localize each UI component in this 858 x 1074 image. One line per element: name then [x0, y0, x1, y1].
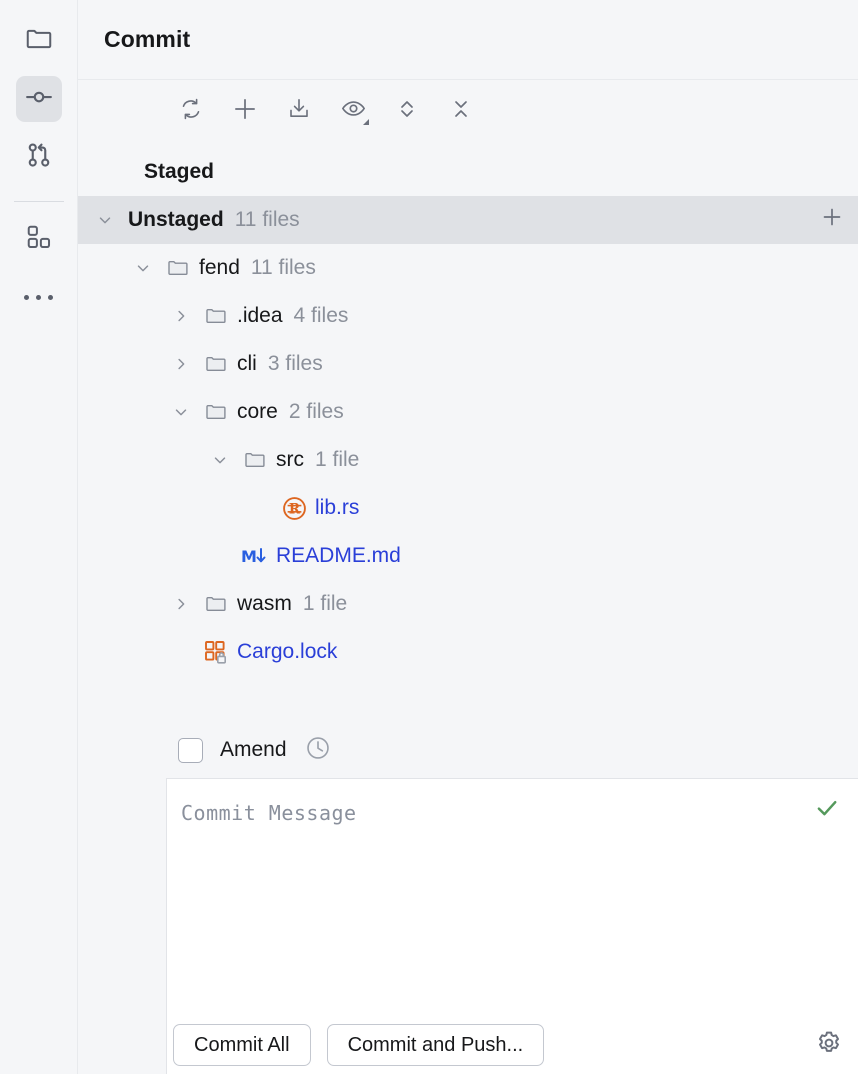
- tree-node-staged[interactable]: Staged: [78, 148, 858, 196]
- svg-text:M: M: [241, 547, 257, 566]
- rail-divider: [14, 201, 64, 202]
- commit-message-ok-button[interactable]: [814, 795, 840, 821]
- folder-icon: [202, 399, 230, 425]
- unstaged-count: 11 files: [235, 208, 300, 232]
- node-count: 2 files: [289, 400, 344, 424]
- node-label: core: [237, 400, 278, 424]
- cargo-lock-file-icon: [202, 639, 230, 665]
- chevron-down-icon[interactable]: [207, 447, 233, 473]
- refresh-changes-button[interactable]: [178, 98, 204, 124]
- stage-all-button[interactable]: [818, 206, 846, 234]
- unstaged-label: Unstaged: [128, 208, 224, 232]
- rail-item-project-files[interactable]: [16, 18, 62, 64]
- chevron-down-icon[interactable]: [130, 255, 156, 281]
- tree-node-file-cargo-lock[interactable]: Cargo.lock: [78, 628, 858, 676]
- plus-icon: [820, 205, 844, 235]
- commit-icon: [24, 82, 54, 117]
- panel-header: Commit: [78, 0, 858, 80]
- node-count: 1 file: [303, 592, 347, 616]
- node-label: cli: [237, 352, 257, 376]
- activity-rail: [0, 0, 78, 1074]
- chevron-right-icon[interactable]: [168, 351, 194, 377]
- node-label: lib.rs: [315, 496, 359, 520]
- chevron-right-icon[interactable]: [168, 303, 194, 329]
- commit-actions: Commit All Commit and Push...: [167, 1016, 858, 1074]
- commit-message-input[interactable]: Commit Message: [167, 779, 858, 825]
- node-label: Cargo.lock: [237, 640, 337, 664]
- folder-icon: [202, 591, 230, 617]
- commit-tool-window: Commit: [0, 0, 858, 1074]
- collapse-all-icon: [449, 97, 473, 126]
- chevron-down-icon: [363, 119, 369, 125]
- amend-checkbox[interactable]: [178, 738, 203, 763]
- node-label: .idea: [237, 304, 283, 328]
- svg-text:R: R: [288, 501, 300, 517]
- commit-history-button[interactable]: [304, 736, 332, 764]
- download-icon: [287, 97, 311, 126]
- show-diff-button[interactable]: [340, 98, 366, 124]
- expand-collapse-button[interactable]: [394, 98, 420, 124]
- folder-icon: [202, 351, 230, 377]
- staged-label: Staged: [144, 160, 214, 184]
- rust-file-icon: R: [280, 495, 308, 521]
- add-to-vcs-button[interactable]: [232, 98, 258, 124]
- tree-node-folder-fend[interactable]: fend 11 files: [78, 244, 858, 292]
- tree-node-file-lib-rs[interactable]: R lib.rs: [78, 484, 858, 532]
- markdown-file-icon: M: [241, 543, 269, 569]
- amend-label: Amend: [220, 738, 287, 762]
- collapse-all-button[interactable]: [448, 98, 474, 124]
- rail-item-plugins[interactable]: [16, 216, 62, 262]
- tree-node-folder-src[interactable]: src 1 file: [78, 436, 858, 484]
- commit-settings-button[interactable]: [814, 1030, 844, 1060]
- rail-item-more[interactable]: [16, 274, 62, 320]
- stash-changes-button[interactable]: [286, 98, 312, 124]
- chevron-right-icon[interactable]: [168, 591, 194, 617]
- checkmark-icon: [814, 808, 840, 825]
- eye-icon: [341, 96, 366, 126]
- node-label: README.md: [276, 544, 401, 568]
- more-icon: [16, 274, 62, 320]
- node-count: 3 files: [268, 352, 323, 376]
- tree-node-unstaged[interactable]: Unstaged 11 files: [78, 196, 858, 244]
- rail-item-commit[interactable]: [16, 76, 62, 122]
- tree-node-file-readme-md[interactable]: M README.md: [78, 532, 858, 580]
- folder-icon: [24, 24, 54, 59]
- commit-panel: Commit: [78, 0, 858, 1074]
- chevron-down-icon[interactable]: [92, 207, 118, 233]
- expand-collapse-icon: [395, 97, 419, 126]
- clock-icon: [305, 735, 331, 766]
- tree-node-folder-cli[interactable]: cli 3 files: [78, 340, 858, 388]
- node-label: wasm: [237, 592, 292, 616]
- amend-row: Amend: [78, 722, 858, 778]
- folder-icon: [241, 447, 269, 473]
- commit-message-area: Commit Message Commit All Commit and Pus…: [166, 778, 858, 1074]
- folder-icon: [164, 255, 192, 281]
- node-label: src: [276, 448, 304, 472]
- tree-node-folder-idea[interactable]: .idea 4 files: [78, 292, 858, 340]
- refresh-icon: [179, 97, 203, 126]
- chevron-down-icon[interactable]: [168, 399, 194, 425]
- plugins-icon: [25, 223, 53, 256]
- tree-node-folder-wasm[interactable]: wasm 1 file: [78, 580, 858, 628]
- page-title: Commit: [104, 26, 190, 53]
- plus-icon: [232, 96, 258, 127]
- commit-all-button[interactable]: Commit All: [173, 1024, 311, 1066]
- commit-and-push-button[interactable]: Commit and Push...: [327, 1024, 545, 1066]
- node-count: 4 files: [294, 304, 349, 328]
- node-count: 11 files: [251, 256, 316, 280]
- gear-icon: [815, 1029, 843, 1062]
- node-count: 1 file: [315, 448, 359, 472]
- commit-toolbar: [78, 80, 858, 142]
- changes-tree: Staged Unstaged 11 files: [78, 142, 858, 722]
- folder-icon: [202, 303, 230, 329]
- node-label: fend: [199, 256, 240, 280]
- tree-node-folder-core[interactable]: core 2 files: [78, 388, 858, 436]
- pull-request-icon: [24, 140, 54, 175]
- rail-item-pull-requests[interactable]: [16, 134, 62, 180]
